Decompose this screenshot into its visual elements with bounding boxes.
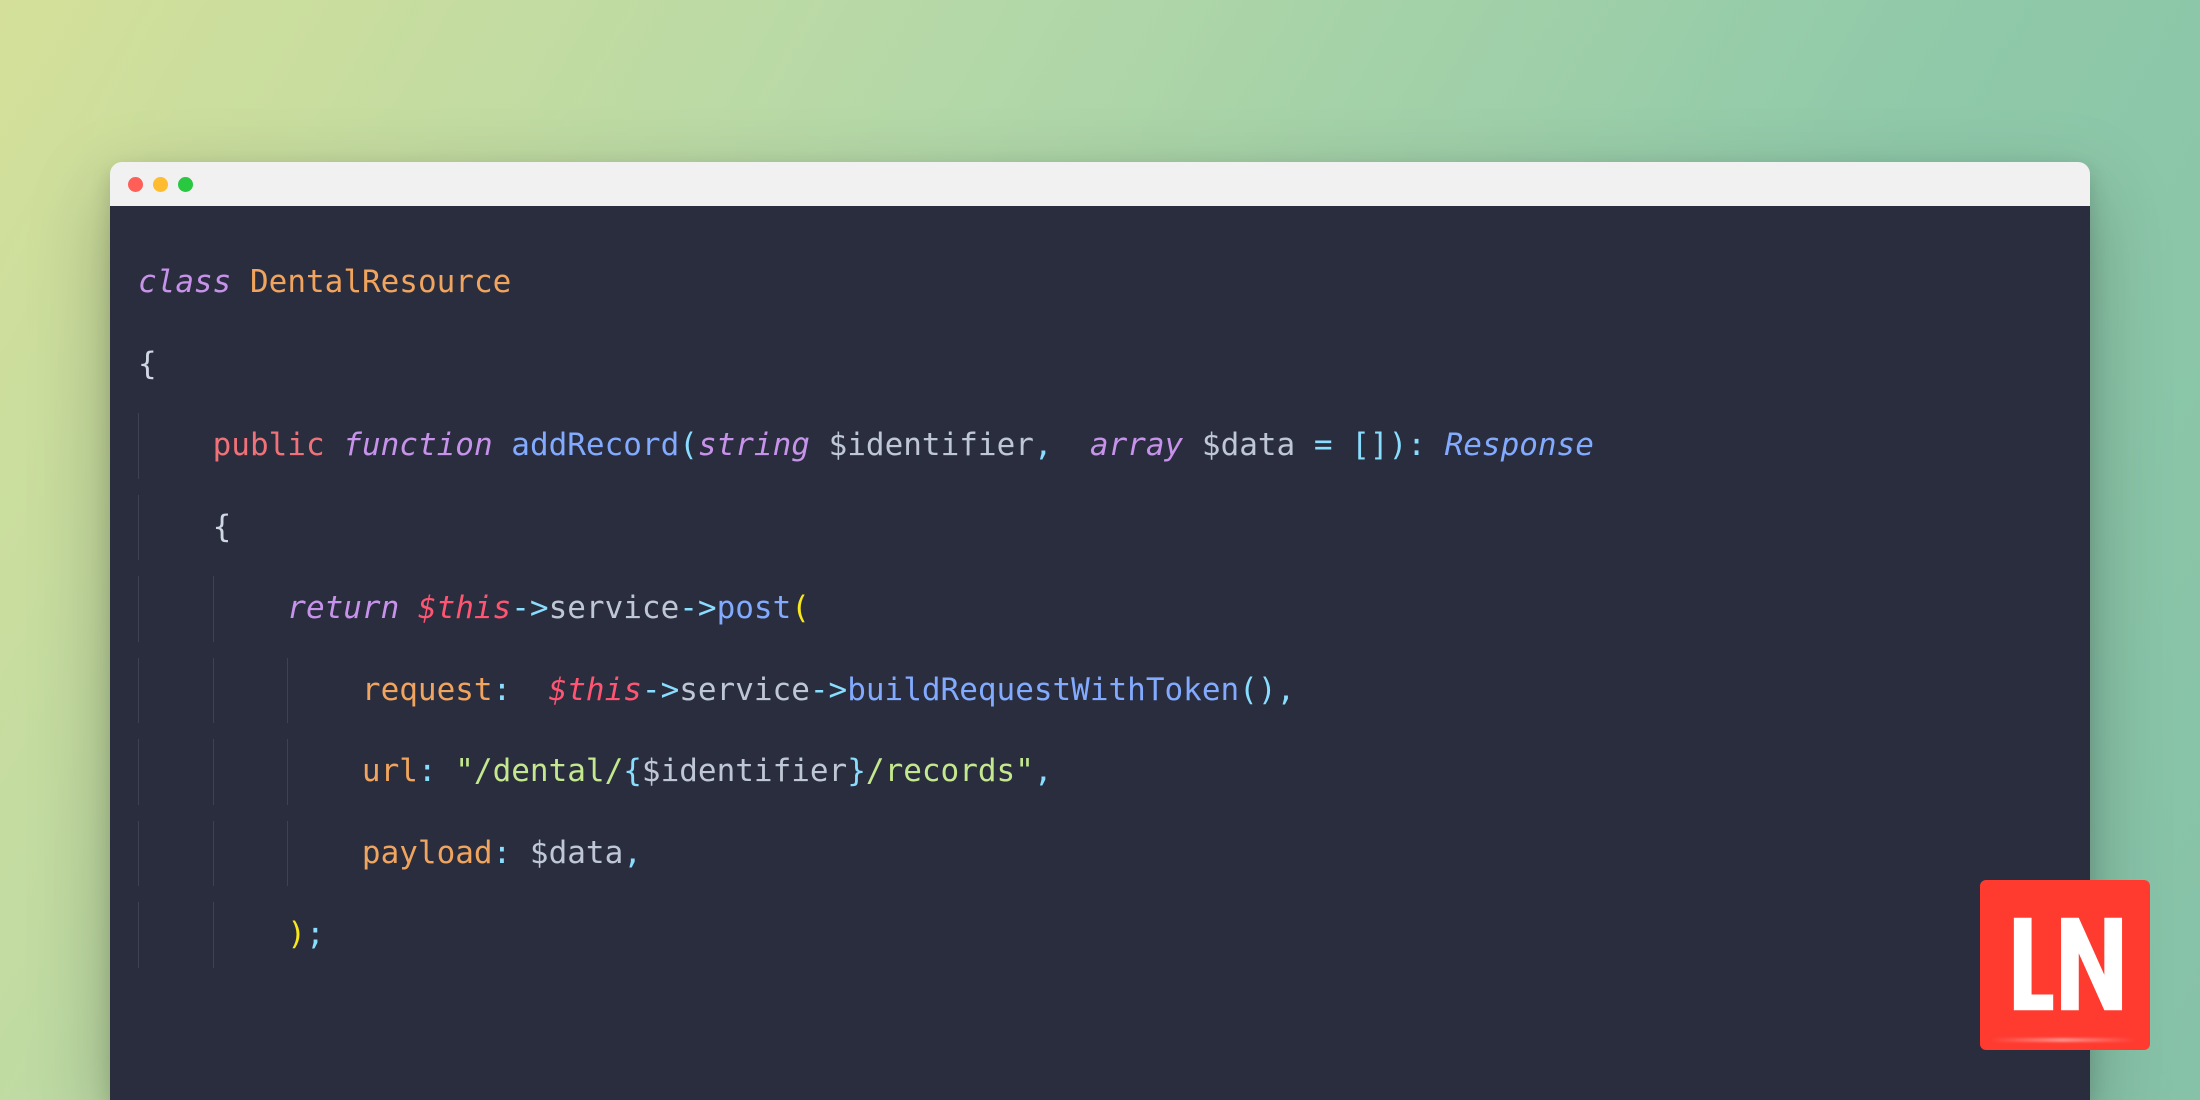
prop-service: service (679, 670, 810, 712)
string-part: /records" (866, 751, 1034, 793)
class-name: DentalResource (250, 262, 511, 304)
comma: , (623, 833, 642, 875)
logo-badge (1980, 880, 2150, 1050)
type-string: string (698, 425, 810, 467)
colon: : (493, 670, 512, 712)
keyword-function: function (343, 425, 492, 467)
method-post: post (717, 588, 792, 630)
keyword-class: class (138, 262, 231, 304)
brace-open: { (138, 344, 157, 386)
string-part: "/dental/ (455, 751, 623, 793)
comma: , (1034, 425, 1053, 467)
logo-ln-icon (2006, 906, 2124, 1024)
param-identifier: $identifier (829, 425, 1034, 467)
interp-close: } (847, 751, 866, 793)
default-array: [] (1351, 425, 1388, 467)
code-window: class DentalResource { public function a… (110, 162, 2090, 1100)
code-line: { (138, 507, 2062, 549)
code-line: class DentalResource (138, 262, 2062, 304)
paren-close: ) (287, 914, 306, 956)
titlebar (110, 162, 2090, 206)
maximize-icon[interactable] (178, 177, 193, 192)
keyword-return: return (287, 588, 399, 630)
var-data: $data (530, 833, 623, 875)
arrow-op: -> (810, 670, 847, 712)
method-buildrequest: buildRequestWithToken (847, 670, 1239, 712)
logo-shine (1990, 1038, 2136, 1042)
call-tail: (), (1239, 670, 1295, 712)
code-editor: class DentalResource { public function a… (110, 206, 2090, 1100)
colon: : (418, 751, 437, 793)
comma: , (1034, 751, 1053, 793)
type-array: array (1090, 425, 1183, 467)
code-line: request: $this->service->buildRequestWit… (138, 670, 2062, 712)
close-icon[interactable] (128, 177, 143, 192)
arrow-op: -> (511, 588, 548, 630)
code-line: { (138, 344, 2062, 386)
prop-service: service (549, 588, 680, 630)
interp-open: { (623, 751, 642, 793)
named-arg-url: url (362, 751, 418, 793)
arrow-op: -> (679, 588, 716, 630)
equals: = (1314, 425, 1333, 467)
paren-open: ( (791, 588, 810, 630)
named-arg-payload: payload (362, 833, 493, 875)
keyword-public: public (213, 425, 325, 467)
minimize-icon[interactable] (153, 177, 168, 192)
return-type: Response (1445, 425, 1594, 467)
code-line: return $this->service->post( (138, 588, 2062, 630)
brace-open: { (213, 507, 232, 549)
colon: : (493, 833, 512, 875)
param-data: $data (1202, 425, 1295, 467)
code-line: payload: $data, (138, 833, 2062, 875)
paren-close-colon: ): (1389, 425, 1426, 467)
semicolon: ; (306, 914, 325, 956)
paren-open: ( (679, 425, 698, 467)
function-name: addRecord (511, 425, 679, 467)
interp-var: $identifier (642, 751, 847, 793)
code-line: ); (138, 914, 2062, 956)
code-line: url: "/dental/{$identifier}/records", (138, 751, 2062, 793)
this-var: $this (418, 588, 511, 630)
this-var: $this (549, 670, 642, 712)
code-line: public function addRecord(string $identi… (138, 425, 2062, 467)
named-arg-request: request (362, 670, 493, 712)
arrow-op: -> (642, 670, 679, 712)
